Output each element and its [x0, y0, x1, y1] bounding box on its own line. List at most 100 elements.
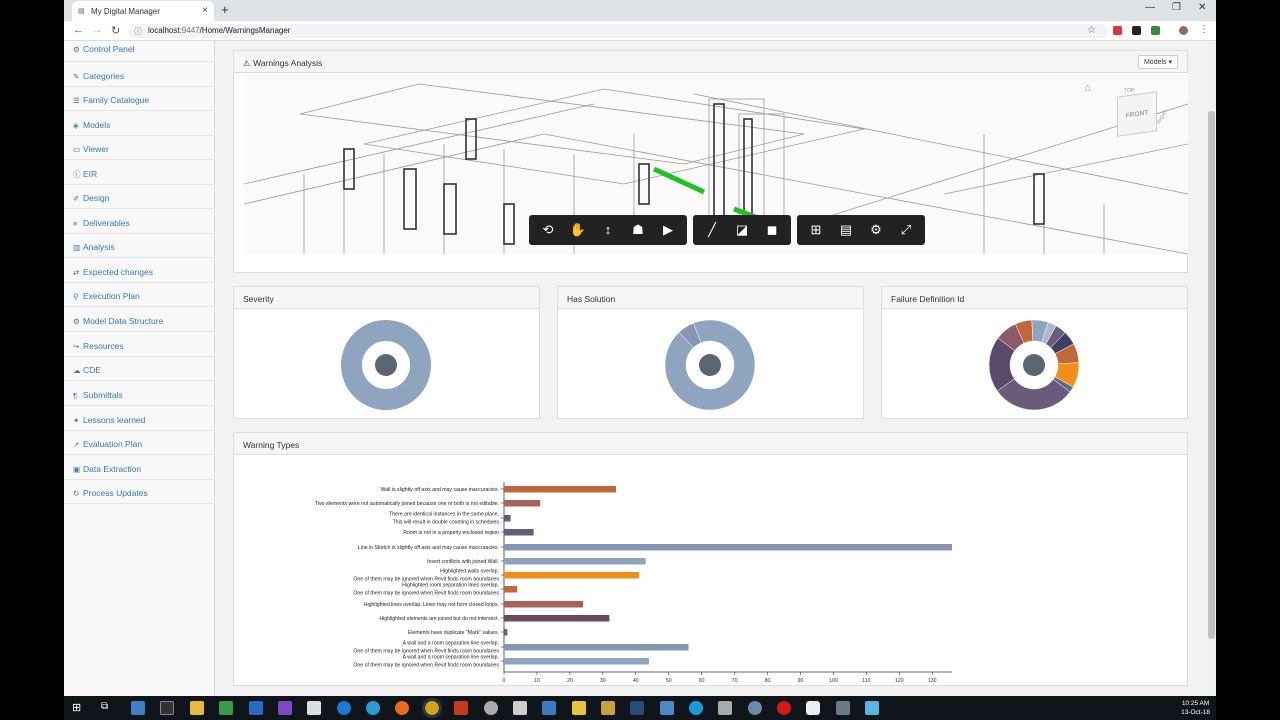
taskbar-firefox-icon[interactable] [395, 701, 409, 715]
taskbar-vscode-icon[interactable] [249, 701, 263, 715]
taskbar-chrome-icon[interactable] [422, 698, 442, 718]
sidebar-item-evaluation-plan[interactable]: ↗ Evaluation Plan [64, 431, 214, 455]
bar[interactable] [504, 572, 640, 579]
profile-avatar[interactable] [1179, 26, 1188, 35]
taskbar-app-icon[interactable] [219, 701, 233, 715]
taskbar-app-icon[interactable] [542, 701, 556, 715]
taskbar-skype-icon[interactable] [689, 701, 703, 715]
taskbar-powerpoint-icon[interactable] [454, 701, 468, 715]
menu-dots-icon[interactable]: ⋮ [1199, 24, 1209, 35]
browser-tab[interactable]: ▤ My Digital Manager × [72, 1, 214, 21]
sidebar-item-submittals[interactable]: ¶ Submittals [64, 382, 214, 406]
extension-icon[interactable] [1132, 26, 1141, 35]
taskbar-app-icon[interactable] [748, 701, 762, 715]
sidebar-item-process-updates[interactable]: ↻ Process Updates [64, 480, 214, 504]
taskbar-visual-studio-icon[interactable] [278, 701, 292, 715]
camera-icon[interactable]: ▶ [653, 215, 683, 245]
taskbar-app-icon[interactable] [660, 701, 674, 715]
properties-icon[interactable]: ▤ [831, 215, 861, 245]
sidebar-item-design[interactable]: ✐ Design [64, 185, 214, 209]
taskbar-app-icon[interactable] [806, 701, 820, 715]
model-viewer-canvas[interactable]: ⌂ FRONT TOP RIGHT ⟲ ✋ ↕ ☗ ▶ ╱ ◪ ◼ ⊞ ▤ ⚙ … [244, 74, 1188, 254]
settings-icon[interactable]: ⚙ [861, 215, 891, 245]
back-icon[interactable]: ← [73, 24, 84, 36]
taskbar-ie-icon[interactable] [366, 701, 380, 715]
extension-green-icon[interactable] [1151, 26, 1160, 35]
bar[interactable] [504, 486, 616, 493]
sidebar-item-lessons-learned[interactable]: ✦ Lessons learned [64, 407, 214, 431]
site-info-icon[interactable]: ⓘ [134, 26, 142, 37]
explode-icon[interactable]: ◼ [757, 215, 787, 245]
bookmark-star-icon[interactable]: ☆ [1087, 25, 1096, 36]
bar[interactable] [504, 558, 646, 565]
sidebar-item-cde[interactable]: ☁ CDE [64, 357, 214, 381]
taskbar-folder-icon[interactable] [190, 701, 204, 715]
home-icon[interactable]: ⌂ [1084, 82, 1091, 94]
sidebar-item-deliverables[interactable]: ≡ Deliverables [64, 210, 214, 234]
bar[interactable] [504, 529, 534, 536]
close-window-icon[interactable]: ✕ [1198, 2, 1206, 13]
system-clock[interactable]: 10:25 AM 13-Oct-18 [1181, 699, 1210, 717]
adblock-extension-icon[interactable] [1113, 26, 1122, 35]
sidebar-item-model-data-structure[interactable]: ⚙ Model Data Structure [64, 308, 214, 332]
first-person-icon[interactable]: ☗ [623, 215, 653, 245]
orbit-icon[interactable]: ⟲ [533, 215, 563, 245]
sidebar-item-execution-plan[interactable]: ⚲ Execution Plan [64, 283, 214, 307]
page-scrollbar[interactable] [1207, 41, 1216, 696]
sidebar-item-resources[interactable]: ↪ Resources [64, 333, 214, 357]
reload-icon[interactable]: ↻ [111, 24, 120, 37]
bar[interactable] [504, 544, 952, 551]
minimize-icon[interactable]: — [1145, 2, 1155, 13]
taskbar-app-icon[interactable] [718, 701, 732, 715]
measure-icon[interactable]: ╱ [697, 215, 727, 245]
bar[interactable] [504, 500, 541, 507]
pan-icon[interactable]: ✋ [563, 215, 593, 245]
bar[interactable] [504, 515, 511, 522]
sidebar-item-eir[interactable]: ⓘ EIR [64, 161, 214, 185]
bar[interactable] [504, 658, 649, 665]
taskbar-revit-icon[interactable] [630, 701, 644, 715]
view-cube-front-face[interactable]: FRONT [1126, 109, 1148, 119]
taskbar-edge-icon[interactable] [337, 701, 351, 715]
taskbar-notepad-icon[interactable] [307, 701, 321, 715]
scrollbar-thumb[interactable] [1208, 111, 1215, 639]
address-bar[interactable]: ⓘ localhost:9447/Home/WarningsManager [128, 24, 1108, 38]
bar[interactable] [504, 586, 518, 593]
bar[interactable] [504, 615, 610, 622]
new-tab-icon[interactable]: + [221, 2, 229, 17]
taskbar-opera-icon[interactable] [777, 701, 791, 715]
taskbar-app-icon[interactable] [836, 701, 850, 715]
sidebar-item-expected-changes[interactable]: ⇄ Expected changes [64, 259, 214, 283]
taskbar-app-icon[interactable] [131, 701, 145, 715]
model-browser-icon[interactable]: ⊞ [801, 215, 831, 245]
taskbar-calculator-icon[interactable] [513, 701, 527, 715]
section-icon[interactable]: ◪ [727, 215, 757, 245]
taskbar-app-icon[interactable] [484, 701, 498, 715]
bar[interactable] [504, 601, 584, 608]
zoom-icon[interactable]: ↕ [593, 215, 623, 245]
view-cube[interactable]: FRONT [1117, 91, 1157, 137]
view-cube-top-face[interactable]: TOP [1124, 88, 1134, 94]
taskbar-app-icon[interactable] [572, 701, 586, 715]
taskbar-app-icon[interactable] [865, 701, 879, 715]
sidebar-item-models[interactable]: ◈ Models [64, 112, 214, 136]
sidebar-item-analysis[interactable]: ▥ Analysis [64, 234, 214, 258]
forward-icon[interactable]: → [92, 24, 103, 36]
sidebar-item-data-extraction[interactable]: ▣ Data Extraction [64, 456, 214, 480]
sidebar-item-control-panel[interactable]: ⚙ Control Panel [64, 41, 214, 62]
sidebar-item-label: Deliverables [83, 218, 130, 228]
task-view-icon[interactable]: ⧉ [101, 701, 108, 712]
donut-center-dot [1023, 354, 1045, 376]
sidebar-item-viewer[interactable]: ▭ Viewer [64, 136, 214, 160]
fullscreen-icon[interactable]: ⤢ [891, 215, 921, 245]
sidebar-item-family-catalogue[interactable]: ☰ Family Catalogue [64, 87, 214, 111]
taskbar-tools-icon[interactable] [601, 701, 615, 715]
windows-start-icon[interactable]: ⊞ [72, 701, 81, 714]
restore-icon[interactable]: ❐ [1172, 2, 1181, 13]
models-dropdown-button[interactable]: Models ▾ [1137, 55, 1178, 69]
close-tab-icon[interactable]: × [202, 5, 208, 16]
taskbar-terminal-icon[interactable] [160, 701, 174, 715]
sidebar-item-categories[interactable]: ✎ Categories [64, 63, 214, 87]
bar[interactable] [504, 629, 508, 636]
bar[interactable] [504, 644, 689, 651]
